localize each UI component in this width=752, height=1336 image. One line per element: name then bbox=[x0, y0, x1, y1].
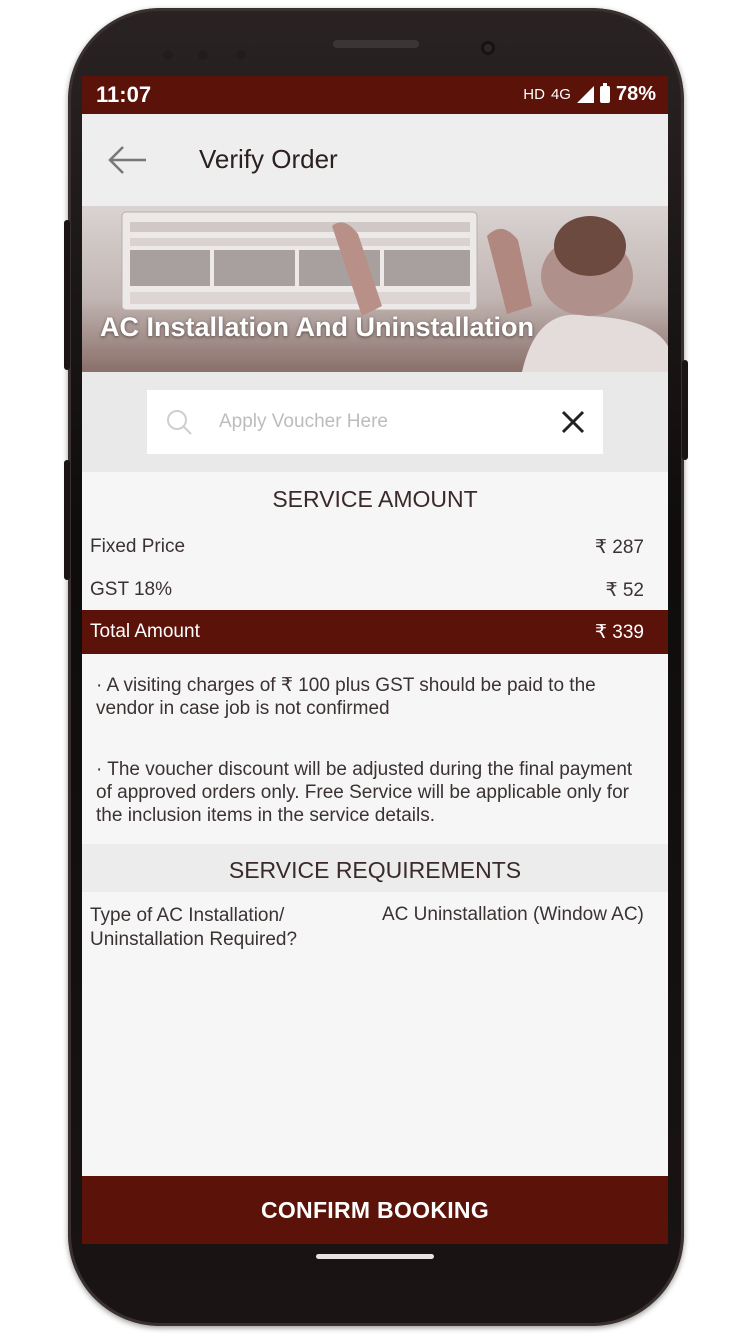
power-button bbox=[682, 360, 688, 460]
close-icon[interactable] bbox=[559, 408, 587, 436]
signal-icon bbox=[576, 86, 594, 103]
ac-technician-illustration bbox=[121, 211, 668, 372]
network-type: 4G bbox=[550, 86, 571, 103]
front-camera bbox=[481, 41, 495, 55]
total-label: Total Amount bbox=[90, 621, 200, 642]
service-banner: AC Installation And Uninstallation bbox=[82, 206, 668, 372]
bixby-button bbox=[64, 460, 70, 580]
battery-percent: 78% bbox=[615, 83, 656, 105]
search-icon bbox=[167, 410, 192, 435]
requirement-answer: AC Uninstallation (Window AC) bbox=[382, 904, 644, 925]
visiting-charge-note: · A visiting charges of ₹ 100 plus GST s… bbox=[96, 675, 596, 719]
home-indicator[interactable] bbox=[316, 1254, 434, 1259]
status-indicators: HD 4G 78% bbox=[523, 83, 656, 106]
price-amount: ₹ 287 bbox=[594, 537, 644, 558]
service-requirements-heading: SERVICE REQUIREMENTS bbox=[228, 857, 522, 883]
sensor bbox=[236, 50, 246, 60]
voucher-field[interactable] bbox=[147, 390, 603, 454]
status-bar: 11:07 HD 4G 78% bbox=[82, 76, 668, 114]
service-amount-heading: SERVICE AMOUNT bbox=[272, 486, 478, 512]
voucher-input[interactable] bbox=[219, 408, 519, 436]
status-time: 11:07 bbox=[96, 82, 152, 107]
sensor bbox=[163, 50, 173, 60]
battery-icon bbox=[599, 83, 610, 103]
arrow-left-icon[interactable] bbox=[106, 144, 148, 176]
price-row-gst: GST 18% ₹ 52 bbox=[90, 579, 644, 601]
sensor bbox=[198, 50, 208, 60]
volume-button bbox=[64, 220, 70, 370]
price-label: Fixed Price bbox=[90, 536, 186, 557]
earpiece-speaker bbox=[333, 40, 419, 48]
voucher-section bbox=[82, 372, 668, 472]
service-title: AC Installation And Uninstallation bbox=[100, 312, 535, 342]
price-amount: ₹ 52 bbox=[605, 580, 644, 601]
total-amount-bar: Total Amount ₹ 339 bbox=[82, 610, 668, 654]
price-label: GST 18% bbox=[90, 579, 173, 600]
page-title: Verify Order bbox=[199, 144, 338, 174]
app-screen: 11:07 HD 4G 78% Verify Order AC Installa… bbox=[82, 76, 668, 1244]
requirement-question: Type of AC Installation/ Uninstallation … bbox=[90, 905, 298, 950]
hd-indicator: HD bbox=[523, 86, 545, 103]
price-row-fixed: Fixed Price ₹ 287 bbox=[90, 536, 644, 558]
app-bar: Verify Order bbox=[82, 114, 668, 206]
confirm-booking-button[interactable]: CONFIRM BOOKING bbox=[82, 1176, 668, 1244]
total-amount: ₹ 339 bbox=[594, 622, 644, 643]
voucher-note: · The voucher discount will be adjusted … bbox=[96, 759, 633, 826]
